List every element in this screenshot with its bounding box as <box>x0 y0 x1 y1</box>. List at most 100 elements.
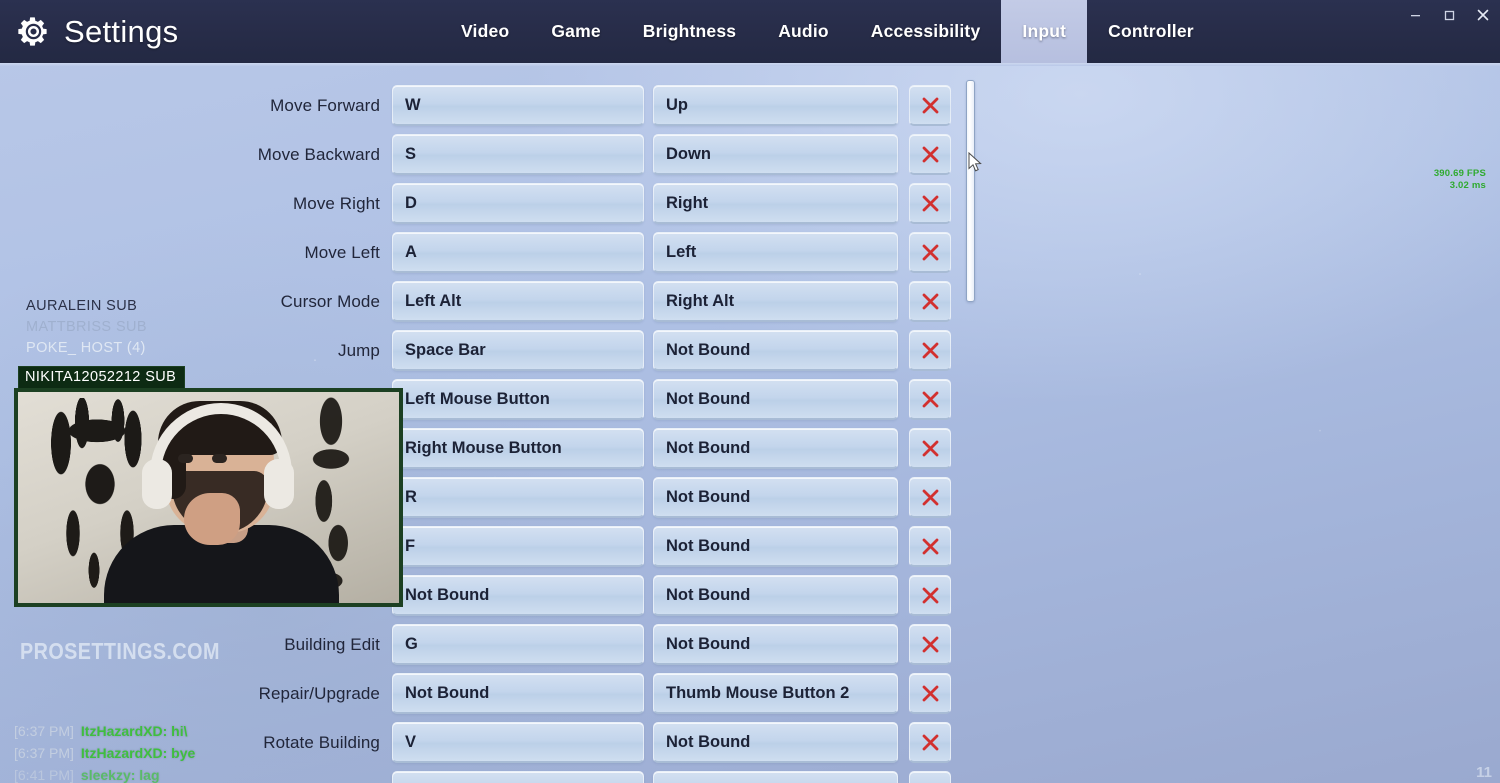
chat-message: ItzHazardXD: bye <box>80 745 196 761</box>
tab-audio[interactable]: Audio <box>757 0 850 63</box>
title-bar: Settings Video Game Brightness Audio Acc… <box>0 0 1500 66</box>
keybind-primary-field[interactable]: Not Bound <box>392 575 644 616</box>
chat-timestamp: [6:37 PM] <box>14 723 74 739</box>
chat-message: ItzHazardXD: hi\ <box>80 723 188 739</box>
viewer-name: AURALEIN <box>26 298 102 314</box>
clear-keybind-button[interactable] <box>909 428 951 469</box>
keybind-primary-field[interactable]: Right Mouse Button <box>392 428 644 469</box>
keybind-primary-field[interactable]: V <box>392 722 644 763</box>
list-item: AURALEIN SUB <box>26 298 147 314</box>
keybind-label: Move Left <box>304 242 380 262</box>
watermark: PROSETTINGS.COM <box>20 638 220 664</box>
clear-keybind-button[interactable] <box>909 575 951 616</box>
clear-keybind-button[interactable] <box>909 624 951 665</box>
keybind-secondary-field[interactable]: Not Bound <box>653 722 898 763</box>
clear-keybind-button[interactable] <box>909 526 951 567</box>
clear-keybind-button[interactable] <box>909 379 951 420</box>
settings-tab-bar: Video Game Brightness Audio Accessibilit… <box>440 0 1215 63</box>
app-brand: Settings <box>0 14 178 50</box>
list-item: POKE_ HOST (4) <box>26 340 147 356</box>
clear-keybind-button[interactable] <box>909 477 951 518</box>
keybind-secondary-field[interactable]: Left <box>653 232 898 273</box>
tab-game[interactable]: Game <box>530 0 621 63</box>
fps-frametime: 3.02 ms <box>1449 180 1486 191</box>
table-row: Move Backward S Down <box>0 130 960 179</box>
keybind-primary-field[interactable]: W <box>392 85 644 126</box>
clear-keybind-button[interactable] <box>909 722 951 763</box>
keybind-secondary-field[interactable]: Not Bound <box>653 428 898 469</box>
keybind-primary-field[interactable]: Left Alt <box>392 281 644 322</box>
clear-keybind-button[interactable] <box>909 673 951 714</box>
viewer-role: HOST (4) <box>80 340 146 356</box>
viewer-role: SUB <box>115 319 147 335</box>
viewer-role: SUB <box>106 298 138 314</box>
webcam-overlay <box>14 388 403 607</box>
keybind-secondary-field[interactable]: Down <box>653 134 898 175</box>
keybind-primary-field[interactable]: Space Bar <box>392 330 644 371</box>
tab-video[interactable]: Video <box>440 0 530 63</box>
keybind-secondary-field[interactable]: Up <box>653 85 898 126</box>
keybind-primary-field[interactable] <box>392 771 644 783</box>
keybind-label: Move Right <box>293 193 380 213</box>
keybind-primary-field[interactable]: R <box>392 477 644 518</box>
table-row: Move Right D Right <box>0 179 960 228</box>
keybind-secondary-field[interactable]: Not Bound <box>653 624 898 665</box>
clear-keybind-button[interactable] <box>909 330 951 371</box>
tab-controller[interactable]: Controller <box>1087 0 1215 63</box>
table-row: Move Left A Left <box>0 228 960 277</box>
keybind-secondary-field[interactable]: Right Alt <box>653 281 898 322</box>
keybind-secondary-field[interactable] <box>653 771 898 783</box>
list-item: MATTBRISS SUB <box>26 319 147 335</box>
clear-keybind-button[interactable] <box>909 183 951 224</box>
fps-framerate: 390.69 FPS <box>1433 168 1486 179</box>
tab-input[interactable]: Input <box>1001 0 1088 63</box>
keybind-primary-field[interactable]: Not Bound <box>392 673 644 714</box>
chat-overlay: [6:37 PM] ItzHazardXD: hi\ [6:37 PM] Itz… <box>14 720 195 783</box>
table-row: Move Forward W Up <box>0 81 960 130</box>
keybind-primary-field[interactable]: F <box>392 526 644 567</box>
minimize-icon[interactable] <box>1398 0 1432 30</box>
tab-brightness[interactable]: Brightness <box>622 0 757 63</box>
tab-accessibility[interactable]: Accessibility <box>850 0 1002 63</box>
chat-timestamp: [6:37 PM] <box>14 745 74 761</box>
streamer-figure <box>104 401 339 603</box>
keybind-secondary-field[interactable]: Not Bound <box>653 379 898 420</box>
list-item: [6:37 PM] ItzHazardXD: bye <box>14 742 195 764</box>
keybind-secondary-field[interactable]: Thumb Mouse Button 2 <box>653 673 898 714</box>
keybind-primary-field[interactable]: G <box>392 624 644 665</box>
keybind-secondary-field[interactable]: Not Bound <box>653 477 898 518</box>
table-row: Repair/Upgrade Not Bound Thumb Mouse But… <box>0 669 960 718</box>
keybind-label: Repair/Upgrade <box>258 683 380 703</box>
chat-message: sleekzy: lag <box>80 767 160 783</box>
list-item: [6:37 PM] ItzHazardXD: hi\ <box>14 720 195 742</box>
clear-keybind-button[interactable] <box>909 771 951 783</box>
clear-keybind-button[interactable] <box>909 281 951 322</box>
keybind-secondary-field[interactable]: Right <box>653 183 898 224</box>
viewer-list: AURALEIN SUB MATTBRISS SUB POKE_ HOST (4… <box>26 298 147 361</box>
scrollbar-thumb[interactable] <box>966 80 975 302</box>
page-number: 11 <box>1476 764 1492 781</box>
page-title: Settings <box>64 13 179 49</box>
keybind-label: Move Forward <box>270 95 380 115</box>
window-controls <box>1398 0 1500 30</box>
clear-keybind-button[interactable] <box>909 85 951 126</box>
keybind-secondary-field[interactable]: Not Bound <box>653 526 898 567</box>
gear-icon <box>16 14 51 49</box>
maximize-icon[interactable] <box>1432 0 1466 30</box>
viewer-name: POKE_ <box>26 340 77 356</box>
clear-keybind-button[interactable] <box>909 232 951 273</box>
clear-keybind-button[interactable] <box>909 134 951 175</box>
fps-counter: 390.69 FPS 3.02 ms <box>1434 168 1486 192</box>
close-icon[interactable] <box>1466 0 1500 30</box>
keybind-primary-field[interactable]: S <box>392 134 644 175</box>
list-item: [6:41 PM] sleekzy: lag <box>14 764 195 783</box>
keybind-label: Move Backward <box>257 144 380 164</box>
viewer-name: MATTBRISS <box>26 319 112 335</box>
chat-timestamp: [6:41 PM] <box>14 767 74 783</box>
keybind-secondary-field[interactable]: Not Bound <box>653 575 898 616</box>
keybind-secondary-field[interactable]: Not Bound <box>653 330 898 371</box>
keybind-primary-field[interactable]: D <box>392 183 644 224</box>
vertical-scrollbar[interactable] <box>963 76 977 770</box>
keybind-primary-field[interactable]: Left Mouse Button <box>392 379 644 420</box>
keybind-primary-field[interactable]: A <box>392 232 644 273</box>
